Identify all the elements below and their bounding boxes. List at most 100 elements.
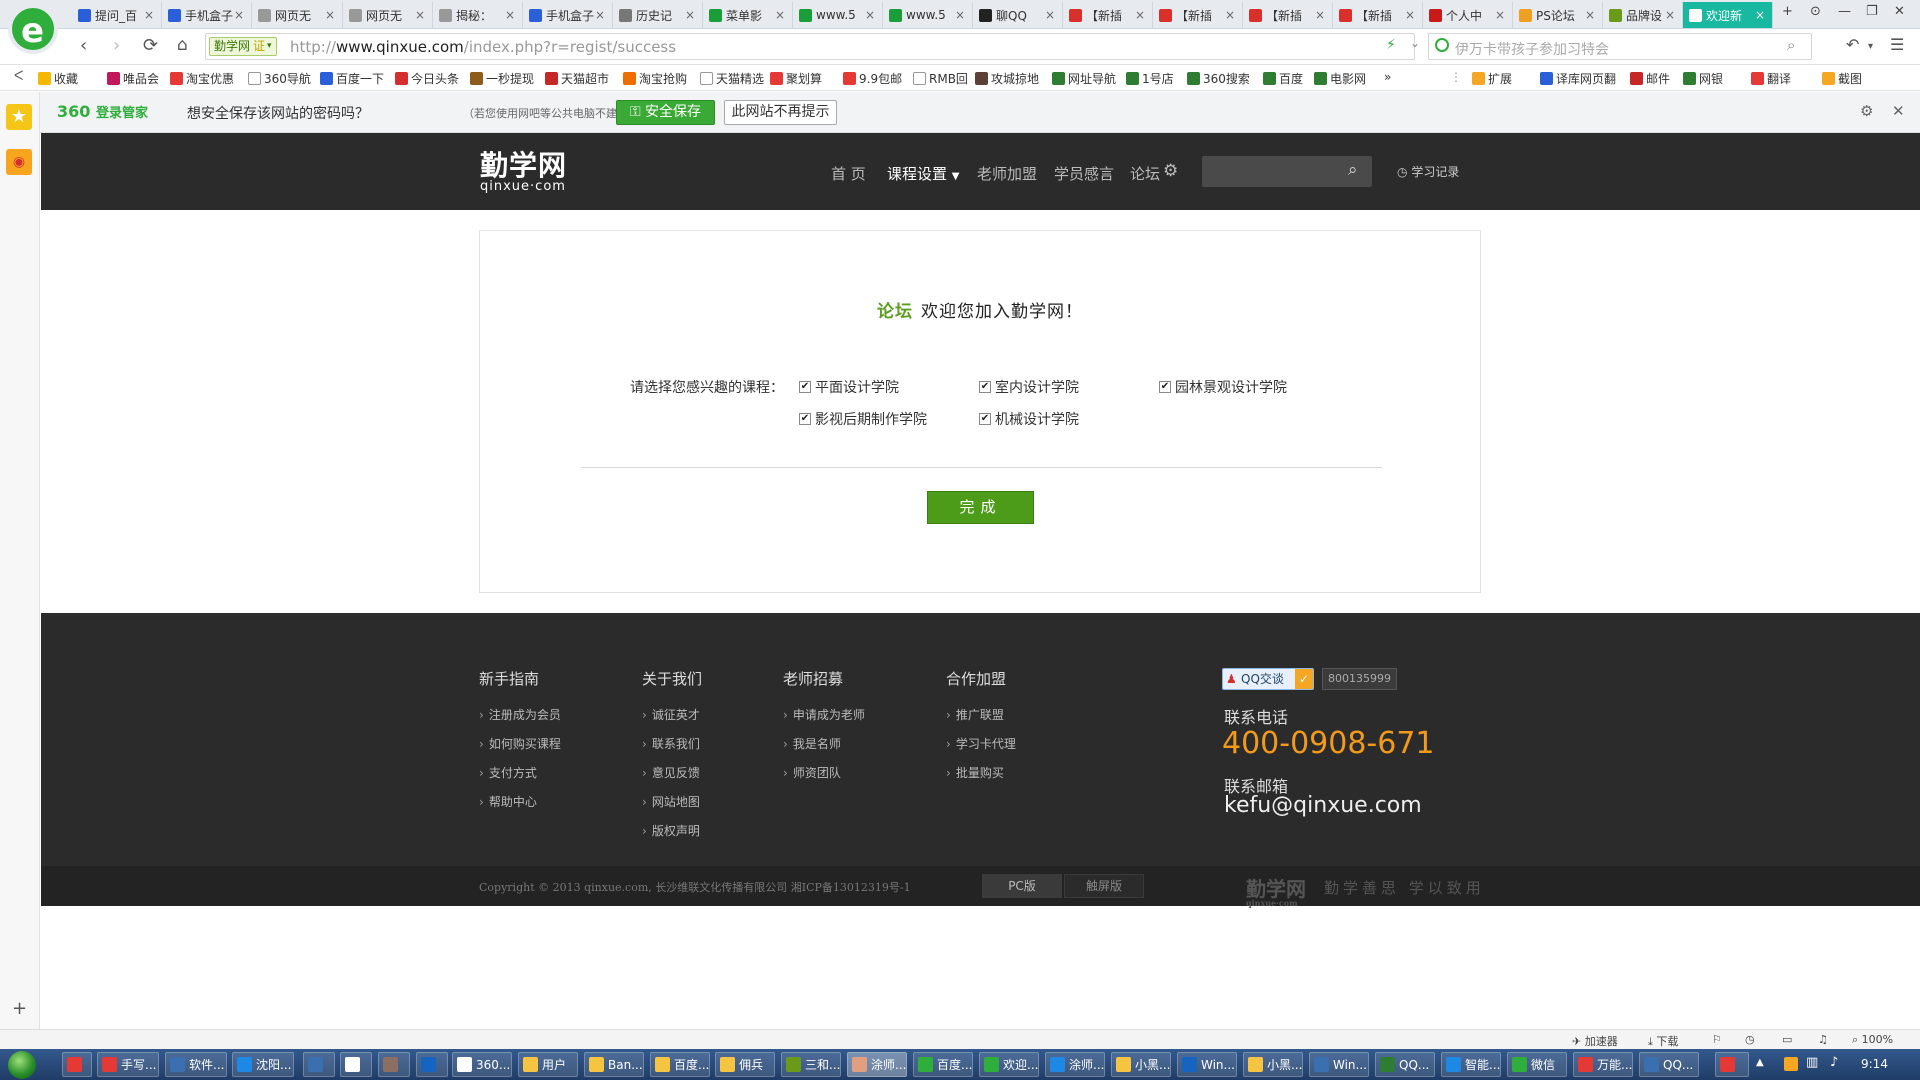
bookmark-item[interactable]: 一秒提现	[470, 70, 534, 87]
forward-icon[interactable]: ›	[113, 35, 120, 56]
course-checkbox-film[interactable]: ✔ 影视后期制作学院	[799, 409, 927, 429]
sidebar-toggle-icon[interactable]: ᐸ	[14, 69, 23, 84]
tab-close-icon[interactable]: ×	[775, 8, 787, 22]
bookmark-item[interactable]: 360搜索	[1187, 70, 1250, 87]
bookmark-item[interactable]: 1号店	[1126, 70, 1174, 87]
clock[interactable]: 9:14	[1861, 1057, 1888, 1071]
history-icon[interactable]: ◷	[1745, 1033, 1755, 1046]
zoom-control[interactable]: ⌕ 100%	[1852, 1033, 1893, 1047]
search-icon[interactable]: ⌕	[1787, 36, 1795, 54]
browser-tab[interactable]: 【新插 ×	[1063, 2, 1153, 28]
search-engine-icon[interactable]	[1435, 38, 1449, 52]
tab-close-icon[interactable]: ×	[955, 8, 967, 22]
tab-close-icon[interactable]: ×	[144, 8, 156, 22]
save-password-button[interactable]: ⚿ 安全保存	[616, 100, 715, 125]
bookmark-item[interactable]: 网址导航	[1052, 70, 1116, 87]
taskbar-item[interactable]: 软件...	[165, 1052, 227, 1077]
tab-close-icon[interactable]: ×	[1495, 8, 1507, 22]
nav-teacher-join[interactable]: 老师加盟	[977, 163, 1037, 184]
taskbar-item[interactable]: 涂师...	[847, 1052, 907, 1077]
nav-home[interactable]: 首 页	[831, 163, 866, 184]
accelerator-button[interactable]: ✈ 加速器	[1572, 1033, 1618, 1049]
tab-close-icon[interactable]: ×	[865, 8, 877, 22]
tab-close-icon[interactable]: ×	[1755, 8, 1767, 22]
minimize-button[interactable]: —	[1838, 4, 1851, 19]
footer-link[interactable]: 意见反馈	[642, 759, 702, 788]
browser-tab[interactable]: 【新插 ×	[1153, 2, 1243, 28]
bookmark-item[interactable]: 今日头条	[395, 70, 459, 87]
pc-version-button[interactable]: PC版	[982, 874, 1062, 898]
taskbar-item[interactable]: 手写...	[97, 1052, 159, 1077]
browser-tab[interactable]: 提问_百 ×	[72, 2, 162, 28]
tab-close-icon[interactable]: ×	[325, 8, 337, 22]
url-field[interactable]: 勤学网 证 ▾ http://www.qinxue.com/index.php?…	[205, 33, 1415, 60]
bookmark-item[interactable]: 淘宝抢购	[623, 70, 687, 87]
footer-link[interactable]: 如何购买课程	[479, 730, 561, 759]
tray-expand-icon[interactable]: ▲	[1756, 1057, 1764, 1068]
taskbar-item[interactable]: Ban...	[584, 1052, 644, 1077]
footer-link[interactable]: 网站地图	[642, 788, 702, 817]
volume-icon[interactable]: ♪	[1830, 1055, 1838, 1070]
checkbox[interactable]: ✔	[799, 413, 811, 425]
browser-tab[interactable]: 揭秘： ×	[433, 2, 523, 28]
search-icon[interactable]: ⌕	[1348, 160, 1358, 180]
new-tab-button[interactable]: +	[1782, 4, 1793, 19]
taskbar-item[interactable]: QQ...	[1639, 1052, 1699, 1077]
tab-close-icon[interactable]: ×	[1665, 8, 1677, 22]
bookmark-item[interactable]: 唯品会	[107, 70, 159, 87]
nav-courses[interactable]: 课程设置 ▼	[887, 163, 960, 184]
taskbar-item[interactable]: 360...	[452, 1052, 512, 1077]
taskbar-item[interactable]	[1715, 1052, 1749, 1077]
extension-item[interactable]: 邮件	[1630, 70, 1670, 87]
taskbar-item[interactable]: 佣兵	[715, 1052, 775, 1077]
checkbox[interactable]: ✔	[979, 381, 991, 393]
tab-close-icon[interactable]: ×	[1045, 8, 1057, 22]
browser-tab[interactable]: 欢迎新 ×	[1683, 2, 1773, 28]
taskbar-item[interactable]: 百度...	[913, 1052, 973, 1077]
browser-tab[interactable]: 【新插 ×	[1333, 2, 1423, 28]
extension-item[interactable]: 译库网页翻	[1540, 70, 1616, 87]
extension-item[interactable]: 截图	[1822, 70, 1862, 87]
footer-link[interactable]: 批量购买	[946, 759, 1016, 788]
browser-tab[interactable]: 菜单影 ×	[703, 2, 793, 28]
taskbar-item[interactable]	[378, 1052, 410, 1077]
extension-item[interactable]: 扩展	[1472, 70, 1512, 87]
settings-icon[interactable]: ⚙	[1860, 102, 1873, 120]
gear-icon[interactable]: ⚙	[1163, 161, 1178, 181]
window-icon[interactable]: ▭	[1782, 1033, 1792, 1046]
browser-tab[interactable]: 手机盒子 ×	[162, 2, 252, 28]
browser-tab[interactable]: PS论坛 ×	[1513, 2, 1603, 28]
taskbar-item[interactable]: 小黑...	[1243, 1052, 1303, 1077]
checkbox[interactable]: ✔	[799, 381, 811, 393]
footer-link[interactable]: 我是名师	[783, 730, 865, 759]
course-checkbox-graphic[interactable]: ✔ 平面设计学院	[799, 377, 899, 397]
browser-tab[interactable]: 品牌设 ×	[1603, 2, 1683, 28]
browser-tab[interactable]: 聊QQ ×	[973, 2, 1063, 28]
bookmark-item[interactable]: 淘宝优惠	[170, 70, 234, 87]
taskbar-item[interactable]: 涂师...	[1045, 1052, 1105, 1077]
flag-icon[interactable]: ⚐	[1712, 1033, 1722, 1046]
never-save-button[interactable]: 此网站不再提示	[724, 100, 837, 125]
browser-tab[interactable]: 历史记 ×	[613, 2, 703, 28]
browser-tab[interactable]: www.5 ×	[793, 2, 883, 28]
course-checkbox-mechanical[interactable]: ✔ 机械设计学院	[979, 409, 1079, 429]
browser-tab[interactable]: 手机盒子 ×	[523, 2, 613, 28]
qq-chat-button[interactable]: ♟ QQ交谈 ✓	[1222, 668, 1314, 690]
undo-icon[interactable]: ↶	[1846, 35, 1859, 54]
skin-icon[interactable]: ⊙	[1810, 4, 1821, 19]
taskbar-item[interactable]: 沈阳...	[232, 1052, 294, 1077]
checkbox[interactable]: ✔	[1159, 381, 1171, 393]
tab-close-icon[interactable]: ×	[1135, 8, 1147, 22]
footer-link[interactable]: 学习卡代理	[946, 730, 1016, 759]
site-identity-badge[interactable]: 勤学网 证 ▾	[209, 37, 277, 56]
bookmark-item[interactable]: 百度一下	[320, 70, 384, 87]
extension-item[interactable]: 网银	[1683, 70, 1723, 87]
study-record-link[interactable]: ◷ 学习记录	[1397, 163, 1459, 180]
download-button[interactable]: ⤓ 下载	[1648, 1033, 1678, 1049]
touch-version-button[interactable]: 触屏版	[1064, 874, 1144, 898]
lightning-icon[interactable]: ⚡	[1386, 37, 1396, 53]
browser-tab[interactable]: 【新插 ×	[1243, 2, 1333, 28]
bookmark-item[interactable]: 攻城掠地	[975, 70, 1039, 87]
chevron-down-icon[interactable]: ⌄	[1410, 36, 1420, 50]
extension-item[interactable]: 翻译	[1751, 70, 1791, 87]
